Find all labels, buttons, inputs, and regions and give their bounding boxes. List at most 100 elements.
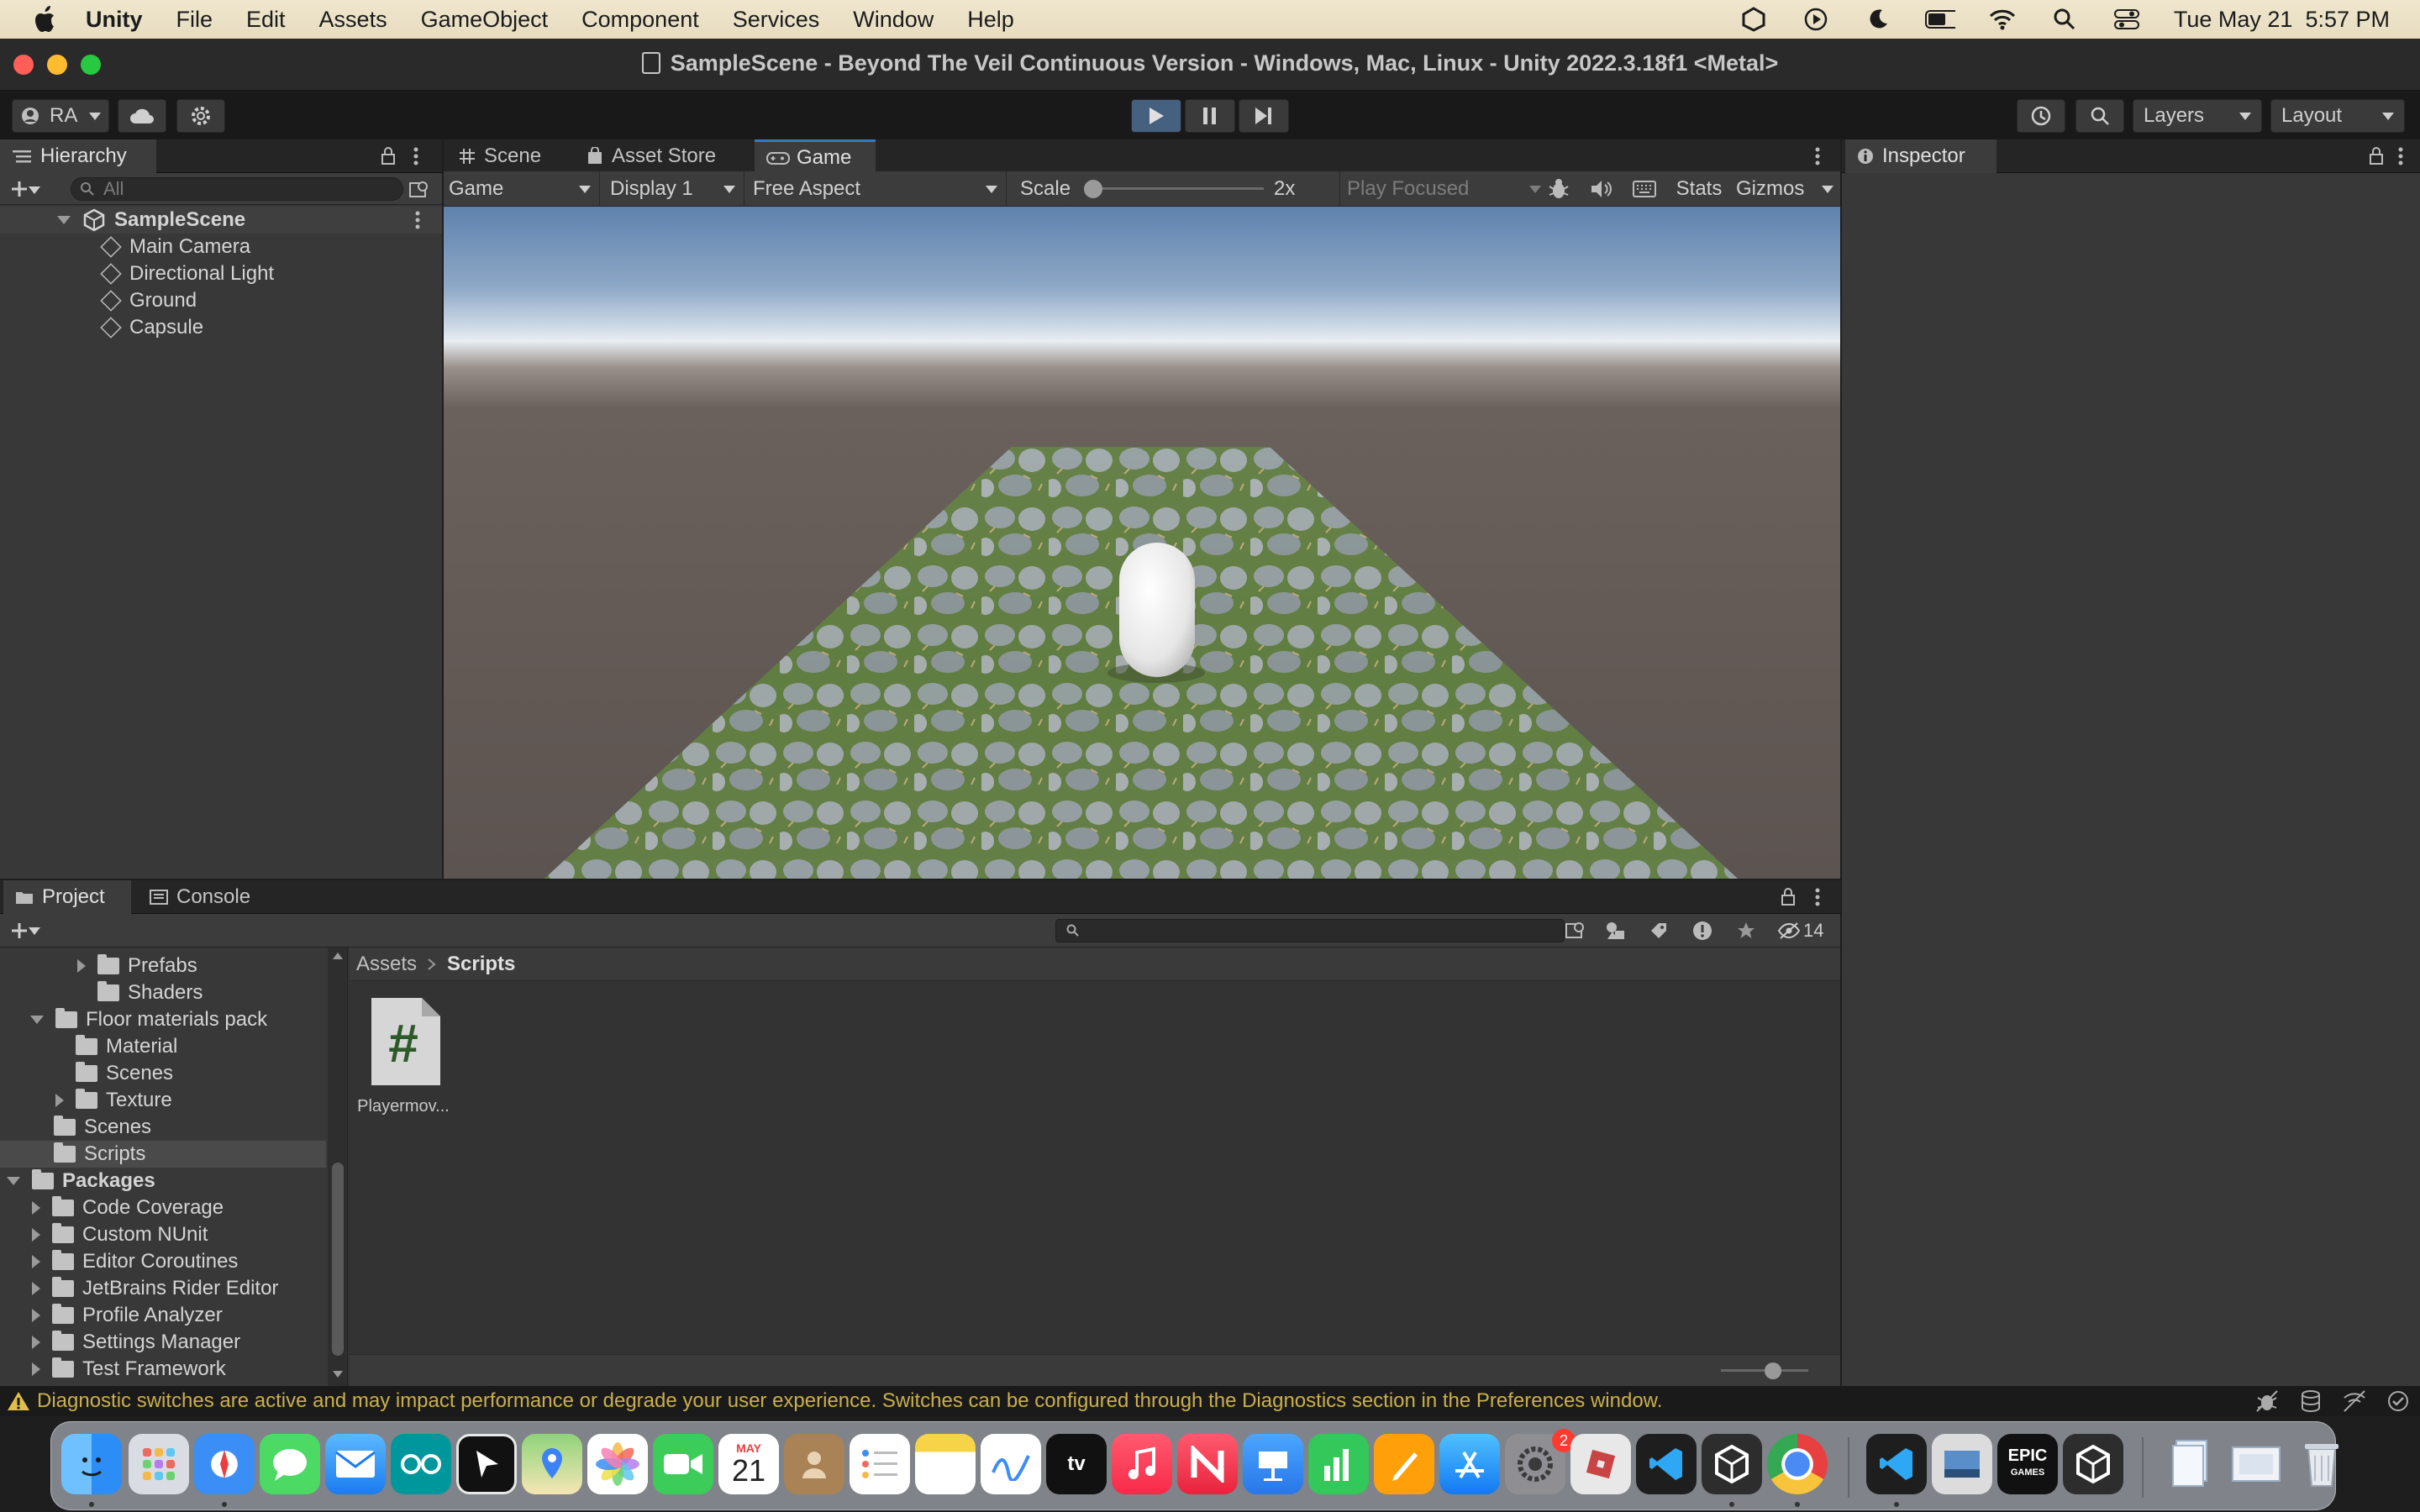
app-store-icon[interactable] bbox=[1439, 1434, 1500, 1494]
kebab-menu-icon[interactable] bbox=[413, 210, 422, 230]
lock-icon[interactable] bbox=[380, 146, 397, 166]
tab-console[interactable]: Console bbox=[138, 880, 262, 914]
layout-dropdown[interactable]: Layout bbox=[2270, 99, 2405, 133]
expand-arrow-icon[interactable] bbox=[32, 1362, 40, 1376]
hidden-packages-toggle[interactable]: 14 bbox=[1778, 919, 1823, 942]
tree-item-shaders[interactable]: Shaders bbox=[97, 979, 203, 1006]
tree-item-custom-nunit[interactable]: Custom NUnit bbox=[32, 1221, 208, 1248]
project-search-input[interactable] bbox=[1055, 919, 1565, 942]
tab-inspector[interactable]: Inspector bbox=[1845, 139, 1996, 173]
step-button[interactable] bbox=[1239, 99, 1289, 133]
scroll-down-arrow-icon[interactable] bbox=[333, 1371, 343, 1378]
maps-icon[interactable] bbox=[522, 1434, 582, 1494]
tree-item-jetbrains-rider-editor[interactable]: JetBrains Rider Editor bbox=[32, 1275, 278, 1302]
menu-edit[interactable]: Edit bbox=[246, 7, 286, 33]
moon-icon[interactable] bbox=[1863, 7, 1893, 32]
account-dropdown[interactable]: RA bbox=[12, 99, 109, 133]
preview-icon[interactable] bbox=[1932, 1434, 1992, 1494]
tree-item-editor-coroutines[interactable]: Editor Coroutines bbox=[32, 1248, 238, 1275]
menu-window[interactable]: Window bbox=[853, 7, 934, 33]
tree-scrollbar[interactable] bbox=[328, 948, 347, 1386]
display-dropdown[interactable]: Display 1 bbox=[610, 171, 744, 207]
play-button[interactable] bbox=[1131, 99, 1181, 133]
keyboard-shortcuts-button[interactable] bbox=[1623, 171, 1665, 207]
plus-icon[interactable] bbox=[10, 921, 29, 940]
play-focused-dropdown[interactable]: Play Focused bbox=[1339, 171, 1549, 207]
hierarchy-item-directional-light[interactable]: Directional Light bbox=[100, 260, 274, 287]
hierarchy-item-capsule[interactable]: Capsule bbox=[100, 314, 203, 341]
unity-status-icon[interactable] bbox=[1739, 7, 1769, 32]
debug-mode-icon[interactable] bbox=[2255, 1389, 2279, 1413]
battery-icon[interactable] bbox=[1924, 7, 1955, 32]
expand-arrow-icon[interactable] bbox=[32, 1201, 40, 1215]
menu-file[interactable]: File bbox=[176, 7, 213, 33]
tree-item-profile-analyzer[interactable]: Profile Analyzer bbox=[32, 1302, 223, 1329]
news-icon[interactable] bbox=[1177, 1434, 1238, 1494]
menu-help[interactable]: Help bbox=[967, 7, 1014, 33]
calendar-icon[interactable]: MAY 21 bbox=[718, 1434, 779, 1494]
asset-item-script[interactable]: # Playermov... bbox=[357, 996, 450, 1122]
search-button[interactable] bbox=[2075, 99, 2124, 133]
search-by-type-icon[interactable] bbox=[1565, 921, 1586, 941]
wifi-icon[interactable] bbox=[1987, 7, 2018, 32]
expand-arrow-icon[interactable] bbox=[32, 1309, 40, 1322]
expand-arrow-icon[interactable] bbox=[32, 1255, 40, 1268]
game-view-render[interactable] bbox=[444, 207, 1840, 879]
scale-slider-handle[interactable] bbox=[1084, 180, 1102, 198]
tree-scrollbar-thumb[interactable] bbox=[332, 1163, 344, 1356]
mail-icon[interactable] bbox=[325, 1434, 386, 1494]
expand-arrow-icon[interactable] bbox=[32, 1336, 40, 1349]
finder-icon[interactable] bbox=[61, 1434, 122, 1494]
tab-scene[interactable]: Scene bbox=[447, 139, 553, 173]
layers-dropdown[interactable]: Layers bbox=[2133, 99, 2262, 133]
safari-icon[interactable] bbox=[194, 1434, 255, 1494]
tab-hierarchy[interactable]: Hierarchy bbox=[0, 139, 156, 173]
breadcrumb-assets[interactable]: Assets bbox=[356, 953, 417, 976]
reminders-icon[interactable] bbox=[850, 1434, 910, 1494]
menu-component[interactable]: Component bbox=[581, 7, 699, 33]
kebab-menu-icon[interactable] bbox=[1813, 887, 1822, 907]
music-icon[interactable] bbox=[1112, 1434, 1172, 1494]
apple-logo-icon[interactable] bbox=[30, 4, 60, 34]
gizmos-dropdown[interactable]: Gizmos bbox=[1731, 171, 1840, 207]
downloads-stack-icon[interactable] bbox=[2226, 1434, 2286, 1494]
trash-icon[interactable] bbox=[2291, 1434, 2352, 1494]
tree-item-settings-manager[interactable]: Settings Manager bbox=[32, 1329, 240, 1356]
vscode-icon[interactable] bbox=[1636, 1434, 1697, 1494]
tree-item-prefabs[interactable]: Prefabs bbox=[77, 953, 197, 979]
arduino-icon[interactable] bbox=[391, 1434, 451, 1494]
expand-arrow-icon[interactable] bbox=[30, 1016, 44, 1024]
mute-audio-button[interactable] bbox=[1580, 171, 1622, 207]
cache-server-icon[interactable] bbox=[2299, 1389, 2323, 1413]
chrome-icon[interactable] bbox=[1767, 1434, 1828, 1494]
hierarchy-search-input[interactable]: All bbox=[71, 177, 403, 201]
menu-app-name[interactable]: Unity bbox=[86, 7, 143, 33]
filter-by-type-icon[interactable] bbox=[1605, 921, 1627, 941]
tree-item-code-coverage[interactable]: Code Coverage bbox=[32, 1194, 224, 1221]
lock-icon[interactable] bbox=[1780, 887, 1797, 907]
plus-icon[interactable] bbox=[10, 180, 29, 198]
kebab-menu-icon[interactable] bbox=[1813, 146, 1822, 166]
unity-hub-icon[interactable] bbox=[1702, 1434, 1762, 1494]
game-view-mode-dropdown[interactable]: Game bbox=[449, 171, 600, 207]
frame-debugger-button[interactable] bbox=[1538, 171, 1580, 207]
network-disabled-icon[interactable] bbox=[2343, 1389, 2366, 1413]
tree-item-texture[interactable]: Texture bbox=[55, 1087, 172, 1114]
pause-button[interactable] bbox=[1185, 99, 1235, 133]
expand-arrow-icon[interactable] bbox=[77, 959, 86, 973]
tab-game[interactable]: Game bbox=[755, 139, 876, 173]
photos-icon[interactable] bbox=[587, 1434, 648, 1494]
label-tag-icon[interactable] bbox=[1649, 921, 1669, 941]
kebab-menu-icon[interactable] bbox=[412, 146, 420, 166]
tree-item-scripts[interactable]: Scripts bbox=[0, 1141, 326, 1168]
apple-tv-icon[interactable]: tv bbox=[1046, 1434, 1107, 1494]
pages-icon[interactable] bbox=[1374, 1434, 1434, 1494]
contacts-icon[interactable] bbox=[784, 1434, 844, 1494]
expand-arrow-icon[interactable] bbox=[57, 216, 71, 224]
chevron-down-icon[interactable] bbox=[29, 186, 40, 194]
cloud-button[interactable] bbox=[118, 99, 166, 133]
aspect-dropdown[interactable]: Free Aspect bbox=[744, 171, 1007, 207]
status-message[interactable]: Diagnostic switches are active and may i… bbox=[37, 1389, 1662, 1413]
menu-assets[interactable]: Assets bbox=[319, 7, 387, 33]
hierarchy-scene-row[interactable]: SampleScene bbox=[0, 207, 442, 234]
